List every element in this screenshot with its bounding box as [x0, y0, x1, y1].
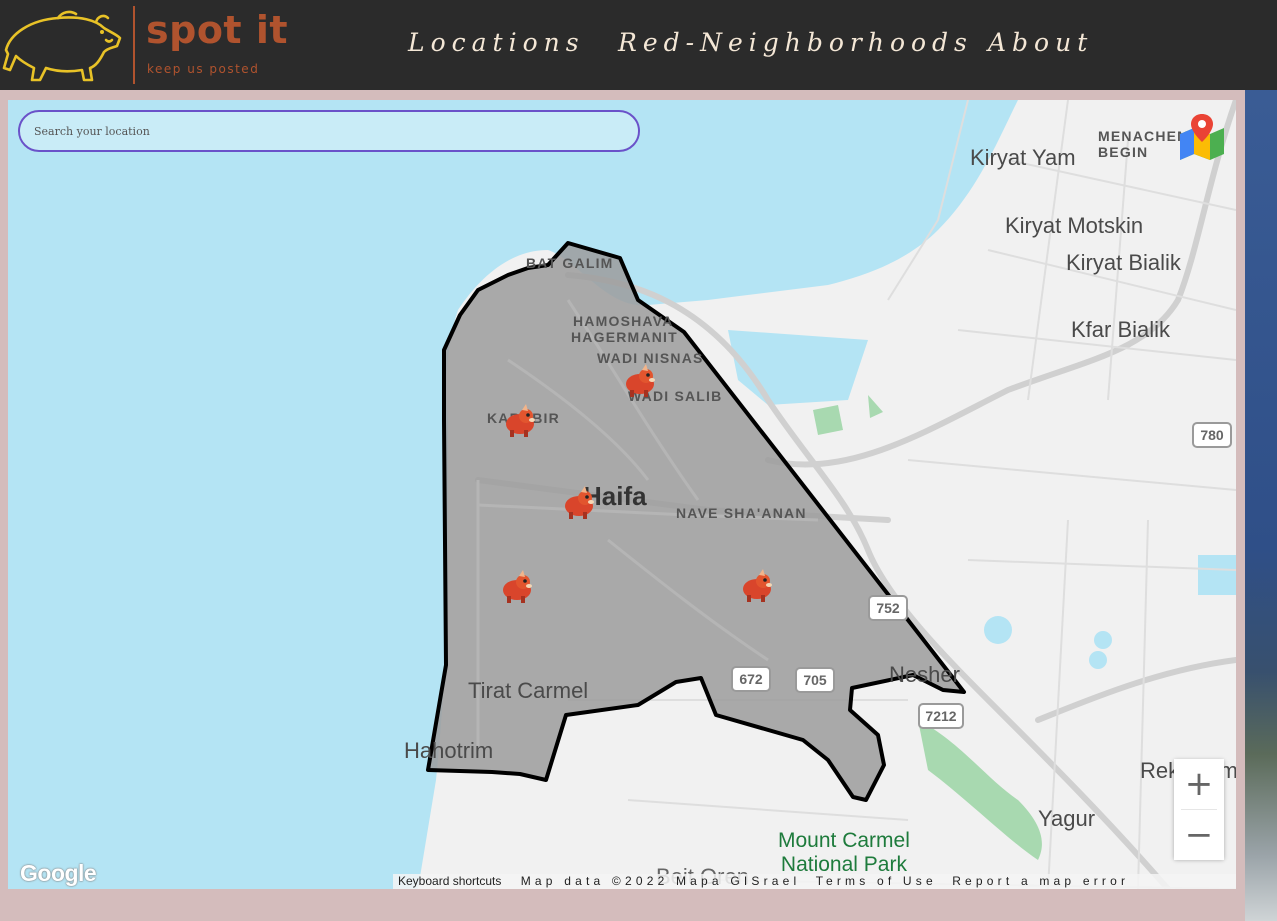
boar-marker-icon[interactable]	[739, 567, 775, 603]
label-kfar-bialik: Kfar Bialik	[1071, 317, 1171, 342]
zoom-out-button[interactable]: −	[1174, 810, 1224, 860]
road-shield-672: 672	[731, 666, 771, 692]
keyboard-shortcuts-link[interactable]: Keyboard shortcuts	[398, 874, 501, 888]
zoom-in-button[interactable]: +	[1174, 759, 1224, 809]
label-hahotrim: Hahotrim	[404, 738, 494, 763]
search-input[interactable]	[18, 110, 640, 152]
road-shield-7212: 7212	[918, 703, 964, 729]
zoom-controls: + −	[1174, 759, 1224, 860]
map-view[interactable]: MENACHEM BEGIN Kiryat Yam Kiryat Motskin…	[8, 100, 1236, 889]
boar-logo-icon[interactable]	[0, 4, 124, 88]
label-nave-shaanan: NAVE SHA'ANAN	[676, 505, 807, 521]
map-data-credit: Map data ©2022 Mapa GISrael	[520, 874, 801, 888]
google-maps-icon[interactable]	[1176, 112, 1228, 164]
brand-name[interactable]: spot it	[146, 8, 288, 52]
map-attribution: Keyboard shortcuts Map data ©2022 Mapa G…	[393, 874, 1236, 889]
boar-marker-icon[interactable]	[502, 402, 538, 438]
label-bat-galim: BAT GALIM	[526, 255, 614, 271]
nav-locations[interactable]: Locations	[408, 28, 585, 57]
google-logo[interactable]: Google	[20, 860, 97, 887]
label-yagur: Yagur	[1038, 806, 1096, 831]
brand-tagline: keep us posted	[147, 62, 260, 76]
terms-of-use-link[interactable]: Terms of Use	[816, 874, 937, 888]
road-shield-780: 780	[1192, 422, 1232, 448]
boar-marker-icon[interactable]	[561, 484, 597, 520]
label-kiryat-yam: Kiryat Yam	[970, 145, 1076, 170]
label-kiryat-bialik: Kiryat Bialik	[1066, 250, 1181, 275]
label-kiryat-motskin: Kiryat Motskin	[1005, 213, 1144, 238]
boar-marker-icon[interactable]	[499, 568, 535, 604]
top-navbar: spot it keep us posted Locations Red-Nei…	[0, 0, 1277, 90]
road-shield-705: 705	[795, 667, 835, 693]
label-hamoshava: HAMOSHAVA	[573, 313, 674, 329]
road-shield-752: 752	[868, 595, 908, 621]
label-hagermanit: HAGERMANIT	[571, 329, 678, 345]
nav-about[interactable]: About	[988, 28, 1093, 57]
label-mount-carmel: Mount Carmel National Park	[778, 829, 910, 876]
label-tirat-carmel: Tirat Carmel	[468, 678, 589, 703]
boar-marker-icon[interactable]	[622, 362, 658, 398]
label-nesher: Nesher	[889, 662, 960, 687]
logo-divider	[133, 6, 135, 84]
report-map-error-link[interactable]: Report a map error	[952, 874, 1129, 888]
nav-red-neighborhoods[interactable]: Red-Neighborhoods	[618, 28, 973, 57]
background-photo-strip	[1245, 90, 1277, 921]
label-menachem-begin: MENACHEM BEGIN	[1098, 128, 1191, 160]
